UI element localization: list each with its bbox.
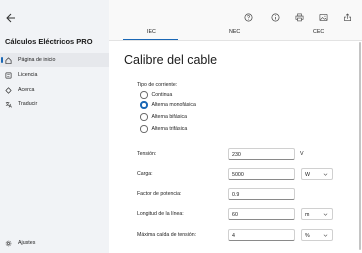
tab-divider (109, 40, 362, 41)
radio-label: Alterna bifásica (151, 113, 187, 120)
sidebar-item-translate[interactable]: Traducir (0, 97, 109, 111)
page-title: Calibre del cable (124, 53, 218, 67)
tab-iec[interactable]: IEC (147, 29, 156, 35)
load-unit-select[interactable]: W (301, 168, 333, 180)
chevron-down-icon (323, 234, 328, 237)
help-icon[interactable] (244, 13, 253, 22)
sidebar-item-label: Acerca (18, 87, 35, 93)
radio-label: Alterna trifásica (151, 125, 188, 132)
sidebar-item-license[interactable]: Licencia (0, 68, 109, 82)
line-length-input[interactable]: 60 (228, 208, 295, 220)
sidebar-item-about[interactable]: Acerca (0, 83, 109, 97)
radio-alterna-trifasica[interactable]: Alterna trifásica (140, 125, 187, 133)
voltage-label: Tensión: (137, 151, 157, 157)
sidebar-item-label: Licencia (18, 72, 38, 78)
load-unit-value: W (305, 171, 310, 178)
radio-circle[interactable] (140, 113, 148, 121)
settings-label: Ajustes (18, 240, 36, 246)
current-type-label: Tipo de corriente: (137, 82, 178, 88)
sidebar-item-settings[interactable]: Ajustes (0, 236, 109, 250)
translate-icon (5, 101, 12, 108)
power-factor-label: Factor de potencia: (137, 191, 182, 197)
chevron-down-icon (323, 213, 328, 216)
tab-nec[interactable]: NEC (229, 29, 240, 35)
radio-label: Continua (151, 91, 173, 98)
radio-continua[interactable]: Continua (140, 91, 172, 99)
line-length-unit-select[interactable]: m (301, 208, 333, 220)
max-voltage-drop-input[interactable]: 4 (228, 229, 295, 241)
back-arrow-icon[interactable] (4, 12, 16, 24)
license-icon (5, 72, 12, 78)
chevron-down-icon (323, 173, 328, 176)
app-title: Cálculos Eléctricos PRO (5, 37, 93, 46)
radio-label: Alterna monofásica (151, 101, 196, 108)
home-icon (5, 56, 12, 64)
radio-alterna-monofasica[interactable]: Alterna monofásica (140, 101, 196, 109)
voltage-input[interactable]: 230 (228, 148, 295, 160)
line-length-unit-value: m (305, 211, 310, 218)
sidebar-item-home[interactable]: Página de inicio (0, 53, 109, 67)
sidebar-item-label: Traducir (18, 101, 38, 107)
gear-icon (5, 240, 12, 246)
info-icon (5, 86, 12, 94)
load-label: Carga: (137, 171, 153, 177)
share-icon[interactable] (343, 13, 352, 22)
sidebar-item-label: Página de inicio (18, 57, 56, 63)
max-voltage-drop-unit-select[interactable]: % (301, 229, 333, 241)
active-indicator (1, 57, 3, 63)
tab-bar: IEC NEC CEC (109, 27, 362, 41)
load-input[interactable]: 5000 (228, 168, 295, 180)
radio-alterna-bifasica[interactable]: Alterna bifásica (140, 113, 187, 121)
max-voltage-drop-label: Máxima caída de tensión: (137, 232, 197, 238)
sidebar: Cálculos Eléctricos PRO Página de inicio… (0, 0, 109, 253)
scrollbar[interactable] (359, 42, 361, 250)
radio-circle[interactable] (140, 101, 148, 109)
info-circle-icon[interactable] (271, 13, 280, 22)
main-content: IEC NEC CEC Calibre del cable Tipo de co… (109, 0, 362, 253)
line-length-label: Longitud de la línea: (137, 211, 184, 217)
max-voltage-drop-unit-value: % (305, 232, 310, 239)
tab-cec[interactable]: CEC (313, 29, 324, 35)
power-factor-input[interactable]: 0.9 (228, 188, 295, 200)
print-icon[interactable] (295, 13, 304, 22)
radio-circle[interactable] (140, 125, 148, 133)
radio-circle[interactable] (140, 91, 148, 99)
voltage-unit: V (300, 151, 304, 157)
image-icon[interactable] (319, 13, 328, 22)
